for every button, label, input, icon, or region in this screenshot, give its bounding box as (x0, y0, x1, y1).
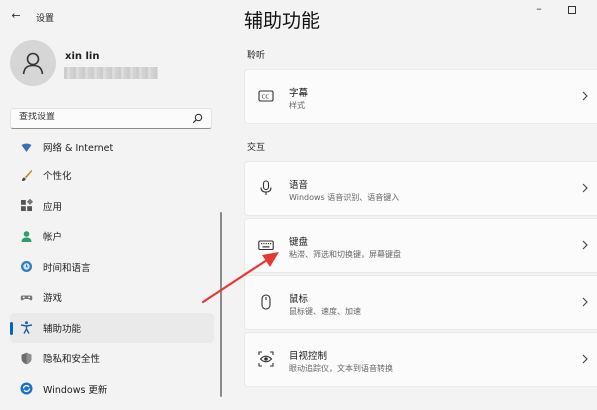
app-title: 设置 (36, 14, 55, 24)
card-eye-control[interactable]: 目视控制 眼动追踪仪，文本到语音转换 (244, 332, 597, 387)
sidebar-item-windows-update[interactable]: Windows 更新 (10, 374, 214, 405)
chevron-right-icon (582, 354, 588, 364)
sidebar-item-label: 隐私和安全性 (43, 354, 101, 366)
card-mouse[interactable]: 鼠标 鼠标键、速度、加速 (244, 275, 597, 330)
sidebar-item-label: 帐户 (43, 232, 63, 244)
sidebar-item-apps[interactable]: 应用 (10, 191, 214, 222)
sidebar-item-gaming[interactable]: 游戏 (10, 282, 214, 313)
card-title: 目视控制 (289, 351, 328, 362)
card-title: 鼠标 (289, 294, 309, 305)
mouse-icon (261, 294, 271, 310)
card-title: 键盘 (289, 237, 309, 248)
chevron-right-icon (582, 297, 588, 307)
user-name: xin lin (65, 51, 100, 62)
card-subtitle: Windows 语音识别、语音键入 (289, 193, 400, 202)
sidebar-item-privacy[interactable]: 隐私和安全性 (10, 343, 214, 374)
sidebar-nav: 网络 & Internet 个性化 应用 帐户 时间和语言 游戏 辅助功能 隐私… (10, 134, 214, 404)
card-title: 语音 (289, 180, 309, 191)
network-icon (19, 140, 33, 154)
card-keyboard[interactable]: 键盘 粘滞、筛选和切换键，屏幕键盘 (244, 218, 597, 273)
card-title: 字幕 (289, 88, 309, 99)
sidebar-item-network[interactable]: 网络 & Internet (10, 134, 214, 160)
keyboard-icon (258, 240, 274, 251)
eye-control-icon (258, 351, 274, 367)
shield-icon (19, 351, 33, 365)
sidebar-item-label: 时间和语言 (43, 262, 91, 274)
minimize-button[interactable]: – (532, 3, 546, 17)
avatar[interactable] (10, 40, 56, 86)
card-subtitle: 眼动追踪仪，文本到语音转换 (289, 364, 393, 373)
sidebar-item-label: 个性化 (43, 171, 72, 183)
sidebar-item-label: 辅助功能 (43, 323, 82, 335)
microphone-icon (260, 180, 272, 195)
chevron-right-icon (582, 91, 588, 101)
card-subtitle: 粘滞、筛选和切换键，屏幕键盘 (289, 250, 401, 259)
card-captions[interactable]: CC 字幕 样式 (244, 69, 597, 124)
account-icon (19, 229, 33, 243)
sidebar-item-accessibility[interactable]: 辅助功能 (10, 312, 214, 343)
accessibility-icon (19, 321, 33, 335)
captions-icon: CC (258, 90, 274, 102)
active-indicator (10, 321, 13, 335)
page-title: 辅助功能 (244, 10, 321, 32)
sidebar-item-accounts[interactable]: 帐户 (10, 221, 214, 252)
section-heading-hearing: 聆听 (247, 51, 266, 61)
sidebar-item-label: 游戏 (43, 293, 63, 305)
search-box[interactable] (10, 108, 212, 129)
back-button[interactable]: ← (9, 9, 23, 23)
section-heading-interaction: 交互 (247, 143, 266, 153)
gamepad-icon (19, 290, 33, 304)
card-subtitle: 样式 (289, 101, 305, 110)
search-input[interactable] (19, 112, 179, 122)
sidebar-item-label: 应用 (43, 201, 63, 213)
sidebar-item-time-language[interactable]: 时间和语言 (10, 252, 214, 283)
brush-icon (19, 168, 33, 182)
apps-icon (19, 199, 33, 213)
user-icon (22, 52, 44, 75)
sidebar-item-label: Windows 更新 (43, 384, 108, 396)
sidebar-item-personalization[interactable]: 个性化 (10, 160, 214, 191)
chevron-right-icon (582, 183, 588, 193)
update-icon (19, 382, 33, 396)
globe-clock-icon (19, 260, 33, 274)
search-icon[interactable] (192, 113, 203, 124)
sidebar-scrollbar[interactable] (220, 212, 222, 397)
chevron-right-icon (582, 240, 588, 250)
user-email-blurred (64, 67, 158, 79)
svg-text:CC: CC (262, 94, 270, 100)
maximize-button[interactable] (568, 6, 576, 14)
card-subtitle: 鼠标键、速度、加速 (289, 307, 361, 316)
card-speech[interactable]: 语音 Windows 语音识别、语音键入 (244, 161, 597, 216)
sidebar-item-label: 网络 & Internet (43, 143, 114, 154)
